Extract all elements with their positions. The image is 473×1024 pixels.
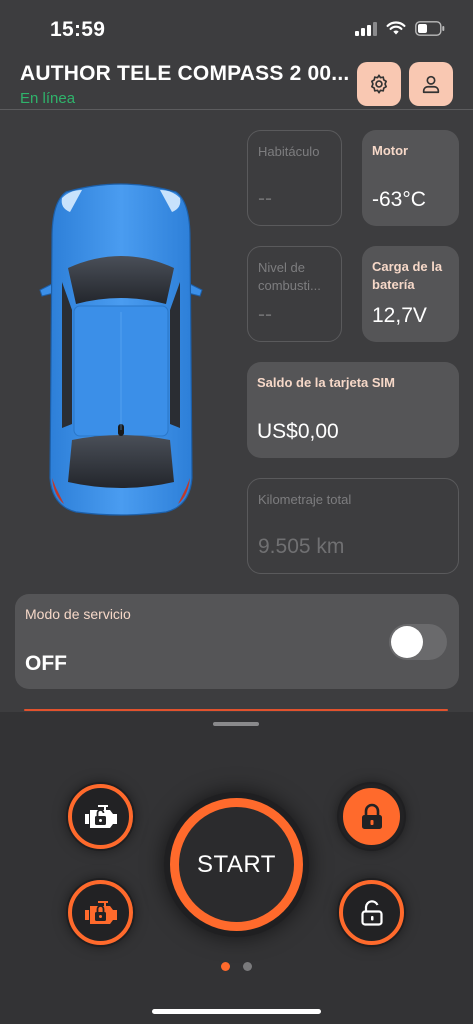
accent-divider	[24, 709, 448, 711]
service-mode-toggle[interactable]	[389, 624, 447, 660]
profile-button[interactable]	[409, 62, 453, 106]
tile-cabin[interactable]: Habitáculo --	[247, 130, 342, 226]
page-indicator	[221, 962, 252, 971]
tile-battery[interactable]: Carga de la batería 12,7V	[362, 246, 459, 342]
tile-fuel-value: --	[258, 303, 272, 326]
engine-unlock-icon	[84, 804, 117, 828]
toggle-knob	[391, 626, 423, 658]
tile-fuel[interactable]: Nivel de combusti... --	[247, 246, 342, 342]
tile-mileage-label: Kilometraje total	[258, 492, 352, 507]
battery-icon	[415, 21, 445, 36]
page-dot-2[interactable]	[243, 962, 252, 971]
user-icon	[422, 75, 440, 94]
lock-icon	[361, 803, 382, 829]
engine-lock-icon	[84, 900, 117, 924]
status-time: 15:59	[50, 18, 106, 41]
signal-icon	[355, 21, 377, 36]
car-illustration	[39, 183, 203, 516]
tile-sim-balance[interactable]: Saldo de la tarjeta SIM US$0,00	[247, 362, 459, 458]
gear-icon	[371, 74, 387, 94]
tile-mileage-value: 9.505 km	[258, 535, 345, 558]
settings-button[interactable]	[357, 62, 401, 106]
unlock-icon	[360, 899, 383, 926]
unlock-button[interactable]	[339, 880, 404, 945]
start-button[interactable]: START	[164, 792, 309, 937]
tile-cabin-value: --	[258, 187, 272, 210]
service-mode-label: Modo de servicio	[25, 606, 131, 622]
tile-mileage[interactable]: Kilometraje total 9.505 km	[247, 478, 459, 574]
connection-status: En línea	[20, 90, 76, 107]
start-label: START	[197, 850, 276, 878]
tile-battery-value: 12,7V	[372, 304, 427, 327]
tile-sim-label: Saldo de la tarjeta SIM	[257, 375, 395, 390]
home-indicator[interactable]	[152, 1009, 321, 1014]
app-header: AUTHOR TELE COMPASS 2 00... En línea	[0, 56, 473, 110]
lock-button[interactable]	[339, 784, 404, 849]
engine-unlock-button[interactable]	[68, 784, 133, 849]
device-title: AUTHOR TELE COMPASS 2 00...	[20, 62, 350, 85]
tile-engine[interactable]: Motor -63°C	[362, 130, 459, 226]
tile-cabin-label: Habitáculo	[258, 144, 320, 159]
tile-engine-label: Motor	[372, 143, 409, 158]
wifi-icon	[386, 21, 406, 35]
tile-engine-value: -63°C	[372, 188, 426, 211]
tile-sim-value: US$0,00	[257, 420, 339, 443]
page-dot-1[interactable]	[221, 962, 230, 971]
status-bar: 15:59	[0, 0, 473, 56]
status-icons	[355, 21, 445, 36]
start-ring: START	[170, 798, 303, 931]
service-mode-card: Modo de servicio OFF	[15, 594, 459, 689]
service-mode-value: OFF	[25, 652, 67, 675]
tile-battery-label: Carga de la batería	[372, 259, 443, 292]
drag-handle[interactable]	[213, 722, 259, 726]
tile-fuel-label: Nivel de combusti...	[258, 260, 321, 293]
engine-lock-button[interactable]	[68, 880, 133, 945]
